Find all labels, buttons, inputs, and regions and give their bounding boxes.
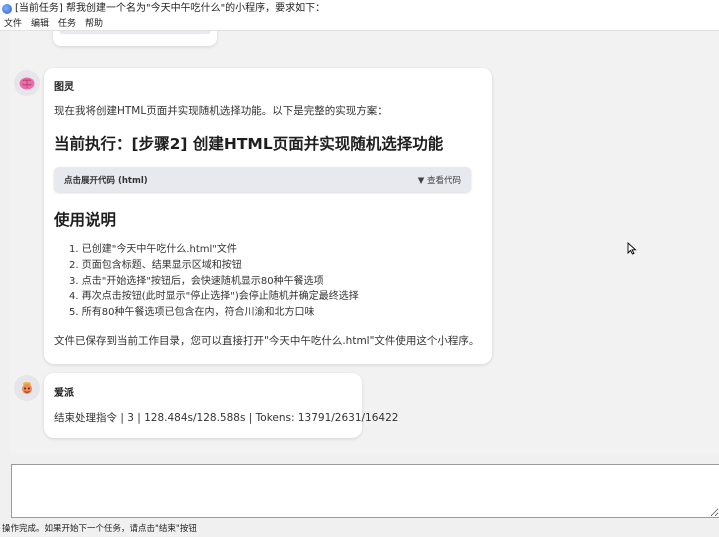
view-code-button[interactable]: ▼ 查看代码 [418, 174, 461, 186]
previous-code-block[interactable] [59, 31, 211, 33]
code-block-toggle[interactable]: 点击展开代码 (html) ▼ 查看代码 [54, 167, 471, 192]
system-avatar [14, 375, 40, 401]
system-message-card: 爱派 结束处理指令 | 3 | 128.484s/128.588s | Toke… [44, 373, 398, 438]
list-item: 2. 页面包含标题、结果显示区域和按钮 [69, 259, 242, 271]
chat-area[interactable]: 图灵 现在我将创建HTML页面并实现随机选择功能。以下是完整的实现方案： 当前执… [9, 31, 719, 455]
previous-message-card [53, 31, 217, 46]
usage-heading: 使用说明 [54, 211, 117, 229]
menu-task[interactable]: 任务 [58, 18, 76, 30]
list-item: 1. 已创建"今天中午吃什么.html"文件 [69, 244, 237, 255]
code-block-label: 点击展开代码 (html) [64, 176, 148, 186]
list-item: 5. 所有80种午餐选项已包含在内，符合川渝和北方口味 [69, 307, 315, 319]
menu-file[interactable]: 文件 [4, 18, 22, 30]
menu-help[interactable]: 帮助 [85, 18, 103, 30]
window-titlebar: [当前任务] 帮我创建一个名为"今天中午吃什么"的小程序，要求如下： [0, 0, 719, 18]
assistant-message-card: 图灵 现在我将创建HTML页面并实现随机选择功能。以下是完整的实现方案： 当前执… [44, 68, 492, 364]
status-bar: 操作完成。如果开始下一个任务，请点击"结束"按钮 [2, 524, 197, 534]
menu-bar: 文件 编辑 任务 帮助 [0, 18, 719, 31]
usage-steps-list: 1. 已创建"今天中午吃什么.html"文件 2. 页面包含标题、结果显示区域和… [69, 242, 359, 321]
list-item: 3. 点击"开始选择"按钮后，会快速随机显示80种午餐选项 [69, 275, 324, 287]
menu-edit[interactable]: 编辑 [31, 18, 49, 30]
brain-icon [19, 77, 35, 90]
assistant-avatar [14, 70, 40, 96]
task-input-field[interactable] [11, 464, 719, 518]
processing-result-text: 结束处理指令 | 3 | 128.484s/128.588s | Tokens:… [54, 412, 399, 424]
app-icon [2, 4, 12, 14]
assistant-intro-text: 现在我将创建HTML页面并实现随机选择功能。以下是完整的实现方案： [54, 105, 388, 117]
robot-icon [22, 382, 32, 394]
assistant-sender-name: 图灵 [54, 82, 74, 93]
assistant-footer-text: 文件已保存到当前工作目录，您可以直接打开"今天中午吃什么.html"文件使用这个… [54, 335, 480, 347]
system-sender-name: 爱派 [54, 388, 74, 399]
mouse-cursor-icon [627, 242, 637, 255]
list-item: 4. 再次点击按钮(此时显示"停止选择")会停止随机并确定最终选择 [69, 291, 359, 303]
current-step-heading: 当前执行：[步骤2] 创建HTML页面并实现随机选择功能 [54, 135, 444, 153]
window-title: [当前任务] 帮我创建一个名为"今天中午吃什么"的小程序，要求如下： [15, 3, 326, 14]
